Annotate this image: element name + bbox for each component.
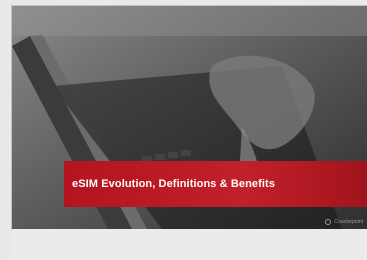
brand-logo-icon [325,219,332,225]
slide-title: eSIM Evolution, Definitions & Benefits [72,178,276,190]
bottom-strip [12,229,367,260]
slide-thumbnail[interactable]: eSIM Evolution, Definitions & Benefits C… [12,6,367,229]
footer-text: Counterpoint [334,219,363,225]
title-banner: eSIM Evolution, Definitions & Benefits [64,161,367,207]
footer-brand: Counterpoint [325,219,363,225]
